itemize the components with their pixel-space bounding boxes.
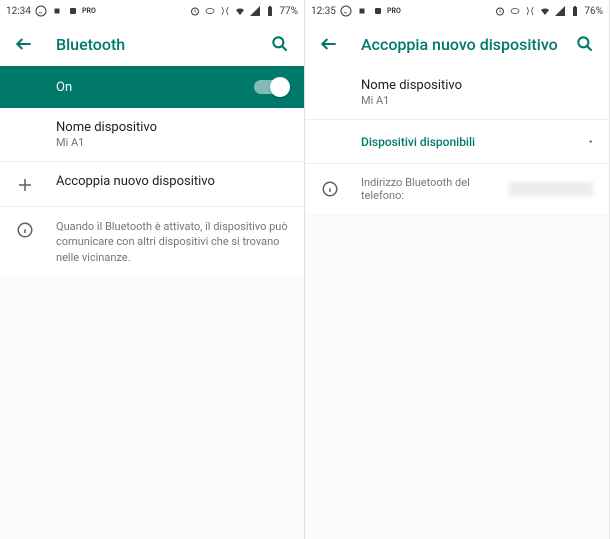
toggle-label: On [56, 80, 254, 95]
device-name-value: Mi A1 [361, 94, 593, 107]
ad-icon: PRO [388, 5, 400, 17]
battery-icon [569, 5, 581, 17]
device-name-label: Nome dispositivo [361, 78, 593, 93]
device-name-label: Nome dispositivo [56, 120, 288, 135]
app-bar: Accoppia nuovo dispositivo [305, 22, 609, 66]
search-button[interactable] [571, 30, 599, 58]
vibrate-icon [524, 5, 536, 17]
battery-percent: 77% [279, 6, 298, 17]
ad-icon: PRO [83, 5, 95, 17]
bt-address-row: Indirizzo Bluetooth del telefono: [305, 164, 609, 214]
back-button[interactable] [315, 30, 343, 58]
screen-bluetooth: 12:34 PRO 77% Bluetooth On [0, 0, 305, 539]
bluetooth-toggle-row[interactable]: On [0, 66, 304, 108]
available-devices-header[interactable]: Dispositivi disponibili · [305, 120, 609, 164]
battery-icon [264, 5, 276, 17]
vibrate-icon [219, 5, 231, 17]
wifi-icon [234, 5, 246, 17]
info-row: Quando il Bluetooth è attivato, il dispo… [0, 207, 304, 277]
signal-icon [249, 5, 261, 17]
battery-percent: 76% [584, 6, 603, 17]
signal-icon [554, 5, 566, 17]
notification-icon [356, 5, 368, 17]
page-title: Accoppia nuovo dispositivo [361, 35, 571, 54]
whatsapp-icon [340, 5, 352, 17]
vpn-icon [204, 5, 216, 17]
notification-icon [51, 5, 63, 17]
device-name-row[interactable]: Nome dispositivo Mi A1 [305, 66, 609, 120]
device-name-row[interactable]: Nome dispositivo Mi A1 [0, 108, 304, 162]
alarm-icon [189, 5, 201, 17]
notification-icon-2 [372, 5, 384, 17]
bt-address-value-redacted [509, 182, 593, 196]
info-text: Quando il Bluetooth è attivato, il dispo… [56, 219, 288, 265]
back-button[interactable] [10, 30, 38, 58]
info-icon [321, 180, 361, 198]
search-button[interactable] [266, 30, 294, 58]
bt-address-label: Indirizzo Bluetooth del telefono: [361, 176, 505, 202]
status-time: 12:35 [311, 6, 336, 17]
pair-label: Accoppia nuovo dispositivo [56, 174, 288, 189]
status-time: 12:34 [6, 6, 31, 17]
screen-pair-device: 12:35 PRO 76% Accoppia nuovo dispositivo [305, 0, 610, 539]
notification-icon-2 [67, 5, 79, 17]
alarm-icon [494, 5, 506, 17]
whatsapp-icon [35, 5, 47, 17]
vpn-icon [509, 5, 521, 17]
page-title: Bluetooth [56, 35, 266, 54]
app-bar: Bluetooth [0, 22, 304, 66]
status-bar: 12:34 PRO 77% [0, 0, 304, 22]
toggle-switch[interactable] [254, 80, 288, 94]
pair-new-device-row[interactable]: Accoppia nuovo dispositivo [0, 162, 304, 207]
plus-icon [16, 174, 56, 194]
section-header-label: Dispositivi disponibili [361, 135, 588, 149]
info-icon [16, 219, 56, 239]
chevron-icon: · [588, 132, 593, 151]
wifi-icon [539, 5, 551, 17]
device-name-value: Mi A1 [56, 136, 288, 149]
status-bar: 12:35 PRO 76% [305, 0, 609, 22]
